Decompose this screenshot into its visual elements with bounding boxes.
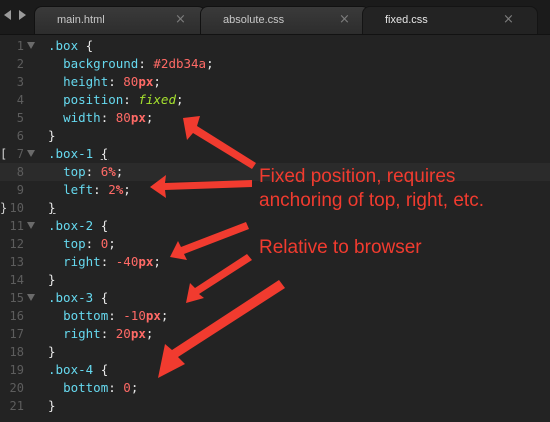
red-arrow-icon [183,116,256,169]
red-arrow-icon [170,222,249,260]
annotation-fixed-line-2: anchoring of top, right, etc. [259,190,484,211]
red-arrow-icon [150,175,252,198]
annotation-fixed-line-1: Fixed position, requires [259,166,456,187]
red-arrow-icon [158,280,285,378]
annotation-relative: Relative to browser [259,237,422,258]
red-arrow-icon [186,254,252,303]
